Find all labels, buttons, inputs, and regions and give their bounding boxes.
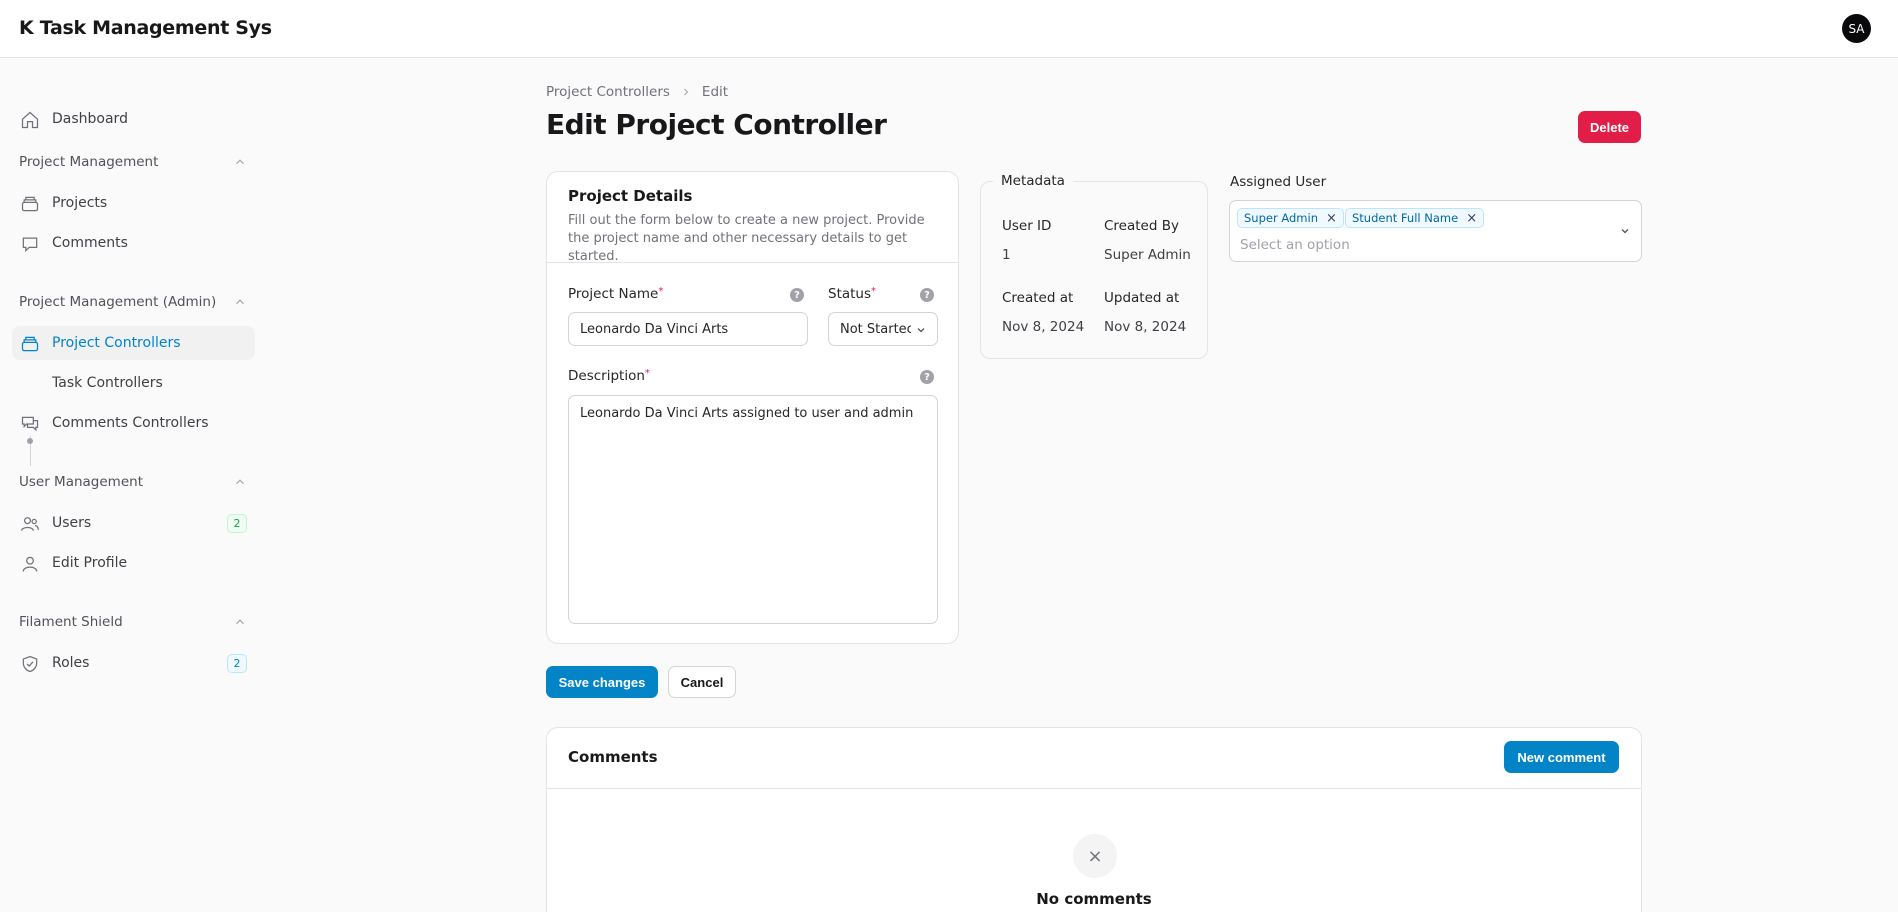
user-id-value: 1 bbox=[1002, 247, 1011, 263]
status-select-value: Not Startec bbox=[840, 321, 911, 337]
status-label: Status* bbox=[828, 286, 876, 302]
created-by-label: Created By bbox=[1104, 218, 1179, 234]
sidebar: Dashboard Project Management Projects Co… bbox=[0, 58, 262, 912]
group-title: Filament Shield bbox=[19, 614, 123, 630]
rectangle-stack-icon bbox=[20, 194, 40, 214]
sidebar-item-project-controllers[interactable]: Project Controllers bbox=[12, 326, 255, 360]
empty-state-title: No comments bbox=[1036, 890, 1152, 908]
users-icon bbox=[20, 514, 40, 534]
chevron-up-icon bbox=[236, 619, 244, 625]
created-at-label: Created at bbox=[1002, 290, 1074, 306]
breadcrumb-current[interactable]: Edit bbox=[702, 84, 728, 100]
sidebar-item-label: Dashboard bbox=[52, 111, 128, 127]
assigned-user-search[interactable]: Select an option bbox=[1240, 237, 1350, 253]
project-details-card: Project Details Fill out the form below … bbox=[546, 171, 959, 644]
help-icon[interactable]: ? bbox=[920, 370, 934, 384]
label-text: Status bbox=[828, 286, 872, 302]
count-badge: 2 bbox=[227, 654, 247, 673]
sidebar-item-comments-controllers[interactable]: Comments Controllers bbox=[12, 406, 255, 440]
group-project-management[interactable]: Project Management bbox=[19, 154, 247, 170]
user-avatar[interactable]: SA bbox=[1842, 14, 1871, 43]
sidebar-item-label: Comments Controllers bbox=[52, 415, 209, 431]
group-title: Project Management (Admin) bbox=[19, 294, 217, 310]
divider bbox=[547, 788, 1641, 789]
rectangle-stack-icon bbox=[20, 334, 40, 354]
metadata-legend: Metadata bbox=[993, 173, 1073, 189]
breadcrumb-parent-link[interactable]: Project Controllers bbox=[546, 84, 670, 100]
chevron-down-icon bbox=[917, 328, 925, 333]
project-name-label: Project Name* bbox=[568, 286, 663, 302]
delete-button[interactable]: Delete bbox=[1578, 111, 1641, 143]
save-changes-button[interactable]: Save changes bbox=[546, 666, 658, 698]
section-description: Fill out the form below to create a new … bbox=[568, 213, 925, 264]
label-text: Project Name bbox=[568, 286, 659, 302]
description-textarea[interactable]: Leonardo Da Vinci Arts assigned to user … bbox=[568, 395, 938, 624]
sidebar-item-roles[interactable]: Roles 2 bbox=[12, 646, 255, 680]
group-user-management[interactable]: User Management bbox=[19, 474, 247, 490]
user-icon bbox=[20, 554, 40, 574]
chip-label: Student Full Name bbox=[1352, 211, 1459, 225]
comments-heading: Comments bbox=[568, 748, 658, 766]
help-icon[interactable]: ? bbox=[920, 288, 934, 302]
updated-at-label: Updated at bbox=[1104, 290, 1180, 306]
group-title: User Management bbox=[19, 474, 143, 490]
sidebar-item-label: Comments bbox=[52, 235, 128, 251]
comments-card: Comments New comment × No comments bbox=[546, 727, 1642, 912]
project-name-input[interactable]: Leonardo Da Vinci Arts bbox=[568, 312, 808, 346]
status-select[interactable]: Not Startec bbox=[828, 312, 938, 346]
shield-check-icon bbox=[20, 654, 40, 674]
metadata-fieldset: Metadata User ID 1 Created By Super Admi… bbox=[980, 173, 1208, 359]
chevron-down-icon[interactable] bbox=[1619, 225, 1631, 237]
chip-label: Super Admin bbox=[1244, 211, 1318, 225]
app-title[interactable]: K Task Management Sys bbox=[19, 17, 272, 39]
chevron-up-icon bbox=[236, 299, 244, 305]
breadcrumb: Project Controllers Edit bbox=[546, 84, 728, 100]
sidebar-item-edit-profile[interactable]: Edit Profile bbox=[12, 546, 255, 580]
sidebar-item-comments[interactable]: Comments bbox=[12, 226, 255, 260]
chat-bubble-icon bbox=[20, 234, 40, 254]
cancel-button[interactable]: Cancel bbox=[668, 666, 736, 698]
chevron-up-icon bbox=[236, 479, 244, 485]
page-title: Edit Project Controller bbox=[546, 108, 887, 141]
group-filament-shield[interactable]: Filament Shield bbox=[19, 614, 247, 630]
updated-at-value: Nov 8, 2024 bbox=[1104, 319, 1187, 335]
label-text: Description bbox=[568, 368, 645, 384]
user-id-label: User ID bbox=[1002, 218, 1052, 234]
sidebar-item-label: Projects bbox=[52, 195, 108, 211]
help-icon[interactable]: ? bbox=[790, 288, 804, 302]
group-title: Project Management bbox=[19, 154, 159, 170]
group-project-management-admin[interactable]: Project Management (Admin) bbox=[19, 294, 247, 310]
chevron-right-icon bbox=[684, 88, 689, 96]
remove-chip-icon[interactable]: × bbox=[1466, 211, 1477, 226]
section-heading: Project Details bbox=[568, 187, 693, 205]
created-by-value: Super Admin bbox=[1104, 247, 1191, 263]
chat-bubbles-icon bbox=[20, 414, 40, 434]
required-mark: * bbox=[871, 286, 877, 297]
sidebar-item-users[interactable]: Users 2 bbox=[12, 506, 255, 540]
description-label: Description* bbox=[568, 368, 650, 384]
sidebar-item-dashboard[interactable]: Dashboard bbox=[12, 102, 255, 136]
home-icon bbox=[20, 110, 40, 130]
sidebar-item-task-controllers[interactable]: Task Controllers bbox=[12, 366, 255, 400]
close-icon: × bbox=[1073, 834, 1117, 878]
remove-chip-icon[interactable]: × bbox=[1326, 211, 1337, 226]
top-bar: K Task Management Sys SA bbox=[0, 0, 1898, 58]
assigned-user-multiselect[interactable]: Super Admin × Student Full Name × Select… bbox=[1229, 200, 1642, 262]
sidebar-item-label: Roles bbox=[52, 655, 90, 671]
sidebar-item-projects[interactable]: Projects bbox=[12, 186, 255, 220]
new-comment-button[interactable]: New comment bbox=[1504, 741, 1619, 773]
count-badge: 2 bbox=[227, 514, 247, 533]
selected-chip: Student Full Name × bbox=[1345, 208, 1485, 228]
required-mark: * bbox=[658, 286, 664, 297]
required-mark: * bbox=[644, 368, 650, 379]
sidebar-item-label: Users bbox=[52, 515, 92, 531]
created-at-value: Nov 8, 2024 bbox=[1002, 319, 1085, 335]
divider bbox=[547, 262, 958, 263]
sidebar-item-label: Edit Profile bbox=[52, 555, 128, 571]
chevron-up-icon bbox=[236, 159, 244, 165]
assigned-user-label: Assigned User bbox=[1230, 174, 1327, 190]
selected-chip: Super Admin × bbox=[1237, 208, 1344, 228]
sidebar-item-label: Task Controllers bbox=[52, 375, 163, 391]
sidebar-item-label: Project Controllers bbox=[52, 335, 181, 351]
